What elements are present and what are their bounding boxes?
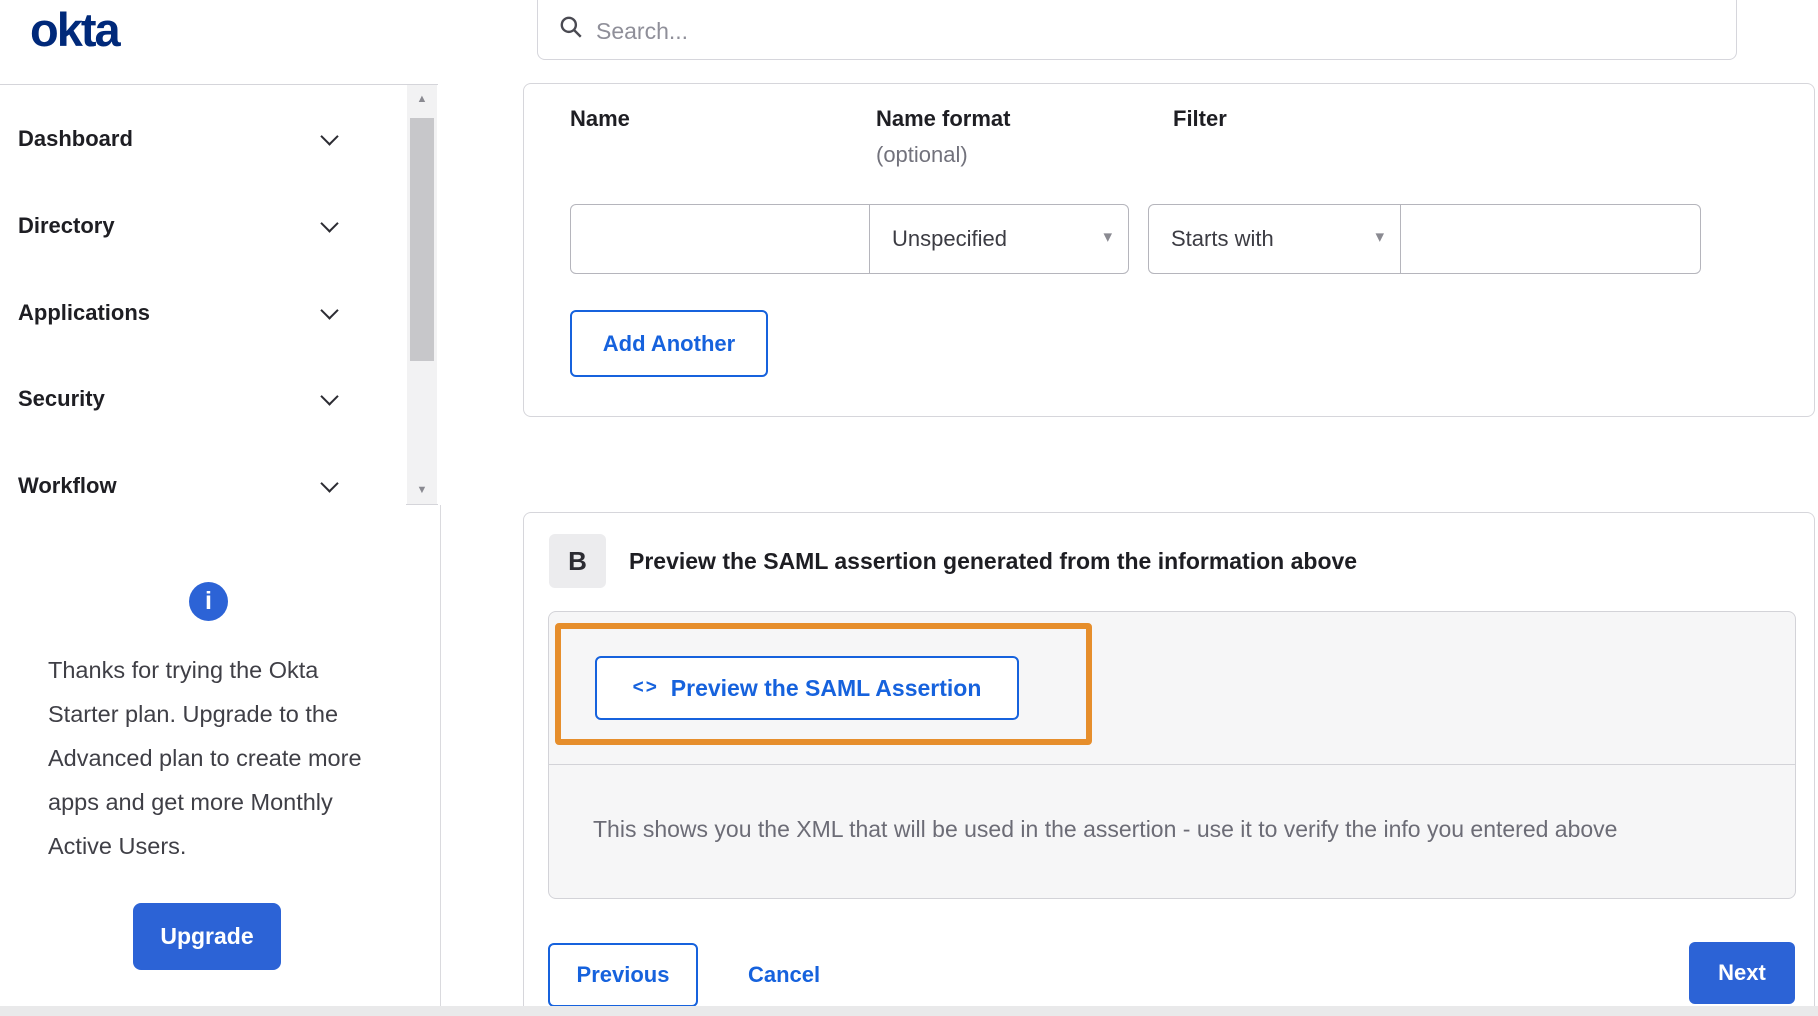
sidebar-scrollbar[interactable]: ▲ ▼ bbox=[407, 85, 437, 504]
search-icon bbox=[560, 16, 582, 38]
sidebar-item-label: Applications bbox=[18, 300, 151, 325]
scroll-down-icon[interactable]: ▼ bbox=[407, 484, 437, 496]
name-format-label: Name format bbox=[876, 106, 1011, 131]
scroll-up-icon[interactable]: ▲ bbox=[407, 93, 437, 105]
viewport-bottom-strip bbox=[0, 1006, 1818, 1016]
add-another-button[interactable]: Add Another bbox=[570, 310, 768, 377]
sidebar-item-label: Dashboard bbox=[18, 126, 133, 151]
caret-down-icon: ▾ bbox=[1103, 227, 1112, 246]
sidebar-item-applications[interactable]: Applications bbox=[0, 271, 406, 355]
scrollbar-thumb[interactable] bbox=[410, 118, 434, 361]
sidebar-item-workflow[interactable]: Workflow bbox=[0, 444, 406, 528]
chevron-down-icon bbox=[320, 473, 339, 493]
filter-value-input[interactable] bbox=[1401, 205, 1700, 273]
preview-panel: <> Preview the SAML Assertion This shows… bbox=[548, 611, 1796, 899]
sidebar-item-label: Directory bbox=[18, 213, 115, 238]
sidebar-item-label: Workflow bbox=[18, 473, 117, 498]
name-field bbox=[570, 204, 870, 274]
okta-logo: okta bbox=[30, 3, 121, 56]
attribute-statements-card: Name Name format (optional) Filter Unspe… bbox=[523, 83, 1815, 417]
filter-operator-selected-value: Starts with bbox=[1171, 226, 1274, 251]
sidebar-right-divider bbox=[440, 505, 441, 1016]
cancel-link[interactable]: Cancel bbox=[748, 943, 820, 1007]
preview-section-heading: Preview the SAML assertion generated fro… bbox=[629, 548, 1358, 574]
preview-saml-assertion-button[interactable]: <> Preview the SAML Assertion bbox=[595, 656, 1019, 720]
sidebar-nav: Dashboard Directory Applications Securit… bbox=[0, 84, 438, 528]
preview-assertion-card: B Preview the SAML assertion generated f… bbox=[523, 512, 1815, 1008]
sidebar-item-dashboard[interactable]: Dashboard bbox=[0, 97, 406, 181]
previous-button[interactable]: Previous bbox=[548, 943, 698, 1007]
caret-down-icon: ▾ bbox=[1375, 227, 1384, 246]
chevron-down-icon bbox=[320, 126, 339, 146]
global-search bbox=[537, 0, 1737, 60]
upgrade-message: Thanks for trying the Okta Starter plan.… bbox=[48, 657, 362, 859]
next-button[interactable]: Next bbox=[1689, 942, 1795, 1004]
sidebar-item-label: Security bbox=[18, 386, 105, 411]
sidebar-item-security[interactable]: Security bbox=[0, 357, 406, 441]
chevron-down-icon bbox=[320, 300, 339, 320]
sidebar-item-directory[interactable]: Directory bbox=[0, 184, 406, 268]
filter-value-field bbox=[1400, 204, 1701, 274]
name-format-select[interactable]: Unspecified ▾ bbox=[869, 204, 1129, 274]
code-icon: <> bbox=[632, 677, 659, 698]
name-input[interactable] bbox=[571, 205, 869, 273]
filter-operator-select[interactable]: Starts with ▾ bbox=[1148, 204, 1401, 274]
preview-button-label: Preview the SAML Assertion bbox=[670, 674, 982, 701]
info-icon: i bbox=[189, 582, 228, 621]
upgrade-button[interactable]: Upgrade bbox=[133, 903, 281, 970]
chevron-down-icon bbox=[320, 386, 339, 406]
preview-description: This shows you the XML that will be used… bbox=[593, 816, 1618, 842]
preview-panel-top: <> Preview the SAML Assertion bbox=[549, 612, 1795, 765]
chevron-down-icon bbox=[320, 213, 339, 233]
filter-label: Filter bbox=[1173, 106, 1227, 131]
name-format-selected-value: Unspecified bbox=[892, 226, 1007, 251]
name-label: Name bbox=[570, 106, 630, 131]
search-input[interactable] bbox=[596, 13, 1696, 49]
optional-label: (optional) bbox=[876, 142, 968, 167]
step-b-badge: B bbox=[549, 534, 606, 588]
